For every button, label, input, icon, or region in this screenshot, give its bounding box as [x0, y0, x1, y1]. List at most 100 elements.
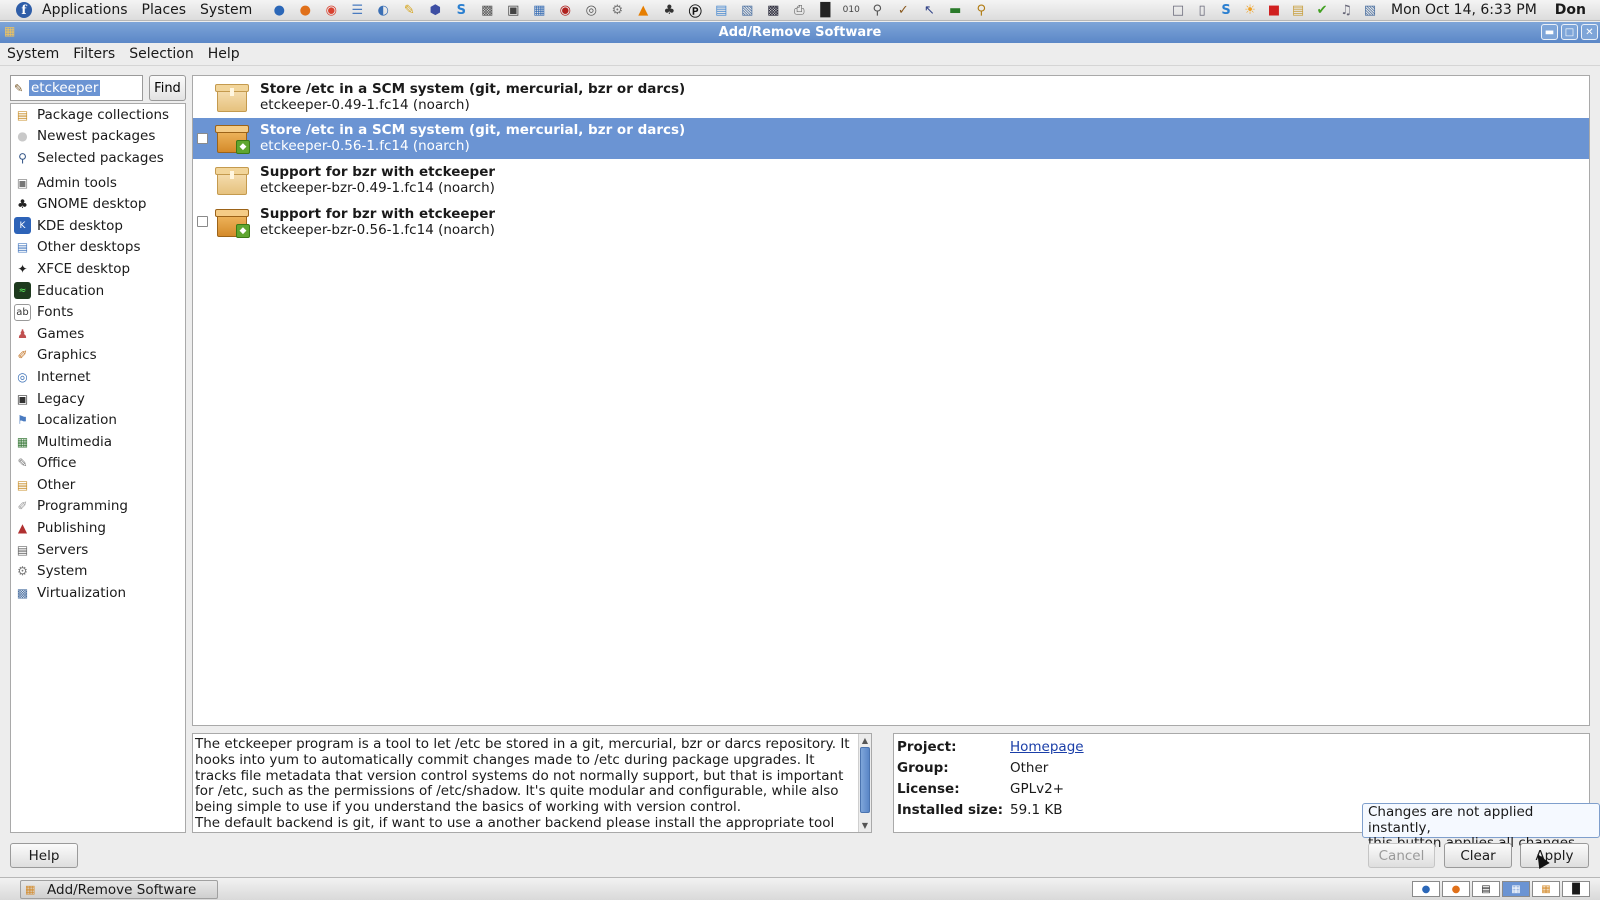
webcam-icon[interactable]: ◎ — [581, 1, 601, 19]
magnifier-icon[interactable]: ⚲ — [971, 1, 991, 19]
group-multimedia[interactable]: ▦ Multimedia — [11, 431, 185, 453]
package-checkbox[interactable] — [197, 216, 208, 228]
scanner-icon[interactable]: ▩ — [477, 1, 497, 19]
group-servers[interactable]: ▤ Servers — [11, 539, 185, 561]
thunderbird-icon[interactable]: ● — [269, 1, 289, 19]
print-icon[interactable]: ⎙ — [789, 1, 809, 19]
tray-notes-icon[interactable]: ▤ — [1289, 1, 1307, 19]
maximize-button[interactable]: □ — [1561, 24, 1578, 40]
tray-clipboard-icon[interactable]: ▯ — [1193, 1, 1211, 19]
firefox-icon[interactable]: ● — [295, 1, 315, 19]
workspace-terminal-icon[interactable]: █ — [1562, 881, 1590, 897]
brush-icon[interactable]: ✓ — [893, 1, 913, 19]
group-internet[interactable]: ◎ Internet — [11, 366, 185, 388]
package-row-selected[interactable]: ◆ Store /etc in a SCM system (git, mercu… — [193, 117, 1589, 160]
group-other-desktops[interactable]: ▤ Other desktops — [11, 237, 185, 259]
s-icon[interactable]: S — [451, 1, 471, 19]
clock[interactable]: Mon Oct 14, 6:33 PM — [1391, 2, 1537, 18]
tray-network-icon[interactable]: ▧ — [1361, 1, 1379, 19]
group-office[interactable]: ✎ Office — [11, 453, 185, 475]
group-selected-packages[interactable]: ⚲ Selected packages — [11, 147, 185, 169]
tray-weather-icon[interactable]: ☀ — [1241, 1, 1259, 19]
package-row[interactable]: ◆ Support for bzr with etckeeper etckeep… — [193, 201, 1589, 243]
binary-icon[interactable]: 010 — [841, 1, 861, 19]
close-button[interactable]: ✕ — [1581, 24, 1598, 40]
menu-system[interactable]: System — [193, 2, 259, 18]
group-graphics[interactable]: ✐ Graphics — [11, 345, 185, 367]
user-menu[interactable]: Don — [1555, 2, 1586, 18]
tray-alert-icon[interactable]: ■ — [1265, 1, 1283, 19]
search-input[interactable]: etckeeper — [29, 80, 101, 96]
description-pane[interactable]: The etckeeper program is a tool to let /… — [192, 733, 872, 833]
group-newest-packages[interactable]: ● Newest packages — [11, 126, 185, 148]
tray-window-icon[interactable]: □ — [1169, 1, 1187, 19]
group-gnome-desktop[interactable]: ♣ GNOME desktop — [11, 193, 185, 215]
network-icon[interactable]: ▧ — [737, 1, 757, 19]
globe-icon[interactable]: ◐ — [373, 1, 393, 19]
workspace-thunderbird-icon[interactable]: ● — [1412, 881, 1440, 897]
group-virtualization[interactable]: ▩ Virtualization — [11, 582, 185, 604]
scroll-down-icon[interactable]: ▼ — [859, 819, 871, 832]
description-scrollbar[interactable]: ▲ ▼ — [858, 734, 871, 832]
tray-check-icon[interactable]: ✔ — [1313, 1, 1331, 19]
group-package-collections[interactable]: ▤ Package collections — [11, 104, 185, 126]
group-admin-tools[interactable]: ▣ Admin tools — [11, 172, 185, 194]
workspace-active[interactable]: ▦ — [1502, 881, 1530, 897]
minimize-button[interactable]: ▬ — [1541, 24, 1558, 40]
cube-icon[interactable]: ⬢ — [425, 1, 445, 19]
group-education[interactable]: ≈ Education — [11, 280, 185, 302]
package-row[interactable]: Support for bzr with etckeeper etckeeper… — [193, 159, 1589, 201]
gears-icon[interactable]: ⚙ — [607, 1, 627, 19]
terminal-icon[interactable]: █ — [815, 1, 835, 19]
media-icon[interactable]: ◉ — [555, 1, 575, 19]
search-doc-icon[interactable]: ⚲ — [867, 1, 887, 19]
group-other[interactable]: ▤ Other — [11, 474, 185, 496]
window-title-bar[interactable]: ▦ Add/Remove Software ▬ □ ✕ — [0, 22, 1600, 43]
monitor-icon[interactable]: ▬ — [945, 1, 965, 19]
tray-volume-icon[interactable]: ♫ — [1337, 1, 1355, 19]
tools-icon[interactable]: ♣ — [659, 1, 679, 19]
vlc-icon[interactable]: ▲ — [633, 1, 653, 19]
group-fonts[interactable]: ab Fonts — [11, 301, 185, 323]
group-publishing[interactable]: ▲ Publishing — [11, 517, 185, 539]
menu-applications[interactable]: Applications — [35, 2, 135, 18]
tray-s-icon[interactable]: S — [1217, 1, 1235, 19]
group-xfce-desktop[interactable]: ✦ XFCE desktop — [11, 258, 185, 280]
chrome-icon[interactable]: ◉ — [321, 1, 341, 19]
group-games[interactable]: ♟ Games — [11, 323, 185, 345]
taskbar-window-button[interactable]: ▦ Add/Remove Software — [20, 880, 218, 899]
workspace-document-icon[interactable]: ▤ — [1472, 881, 1500, 897]
package-window-icon[interactable]: ▦ — [4, 24, 20, 40]
find-button[interactable]: Find — [149, 75, 186, 101]
notes-icon[interactable]: ✎ — [399, 1, 419, 19]
scrollbar-thumb[interactable] — [860, 747, 870, 813]
a-icon[interactable]: Ⓟ — [685, 1, 705, 20]
package-row[interactable]: Store /etc in a SCM system (git, mercuri… — [193, 76, 1589, 118]
workspace-package-icon[interactable]: ▦ — [1532, 881, 1560, 897]
homepage-link[interactable]: Homepage — [1010, 739, 1084, 755]
matrix-icon[interactable]: ▩ — [763, 1, 783, 19]
group-localization[interactable]: ⚑ Localization — [11, 409, 185, 431]
apply-button[interactable]: Apply — [1520, 843, 1589, 868]
group-programming[interactable]: ✐ Programming — [11, 496, 185, 518]
app-icon[interactable]: ▤ — [711, 1, 731, 19]
group-legacy[interactable]: ▣ Legacy — [11, 388, 185, 410]
cancel-button[interactable]: Cancel — [1368, 843, 1435, 868]
cursor-icon[interactable]: ↖ — [919, 1, 939, 19]
document-icon[interactable]: ☰ — [347, 1, 367, 19]
menu-item-selection[interactable]: Selection — [122, 46, 201, 62]
camera-icon[interactable]: ▣ — [503, 1, 523, 19]
search-field[interactable]: ✎ etckeeper — [10, 75, 143, 101]
group-kde-desktop[interactable]: K KDE desktop — [11, 215, 185, 237]
clear-button[interactable]: Clear — [1444, 843, 1512, 868]
window-icon[interactable]: ▦ — [529, 1, 549, 19]
group-system[interactable]: ⚙ System — [11, 560, 185, 582]
menu-item-filters[interactable]: Filters — [66, 46, 122, 62]
menu-places[interactable]: Places — [135, 2, 194, 18]
workspace-firefox-icon[interactable]: ● — [1442, 881, 1470, 897]
menu-item-help[interactable]: Help — [201, 46, 247, 62]
help-button[interactable]: Help — [10, 843, 78, 868]
scroll-up-icon[interactable]: ▲ — [859, 734, 871, 747]
menu-item-system[interactable]: System — [0, 46, 66, 62]
package-checkbox[interactable] — [197, 132, 208, 144]
